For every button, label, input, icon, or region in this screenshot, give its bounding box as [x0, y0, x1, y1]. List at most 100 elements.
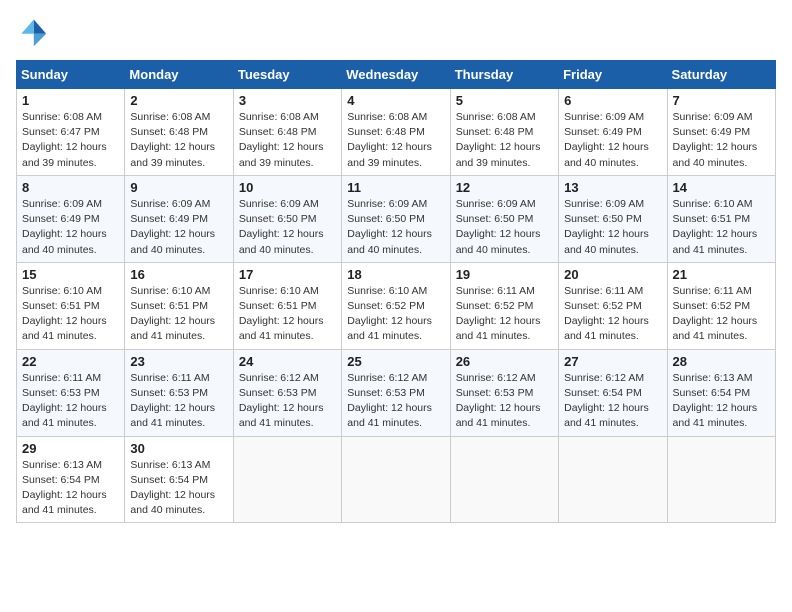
calendar-cell — [667, 436, 775, 523]
calendar-table: SundayMondayTuesdayWednesdayThursdayFrid… — [16, 60, 776, 523]
day-number: 7 — [673, 93, 770, 108]
calendar-body: 1 Sunrise: 6:08 AMSunset: 6:47 PMDaylight… — [17, 89, 776, 523]
calendar-cell: 25 Sunrise: 6:12 AMSunset: 6:53 PMDayligh… — [342, 349, 450, 436]
calendar-cell: 13 Sunrise: 6:09 AMSunset: 6:50 PMDayligh… — [559, 175, 667, 262]
column-header-thursday: Thursday — [450, 61, 558, 89]
day-number: 14 — [673, 180, 770, 195]
calendar-cell: 3Sunrise: 6:08 AMSunset: 6:48 PMDaylight… — [233, 89, 341, 176]
day-number: 4 — [347, 93, 444, 108]
day-info: Sunrise: 6:11 AMSunset: 6:53 PMDaylight:… — [22, 371, 119, 432]
column-header-monday: Monday — [125, 61, 233, 89]
week-row-2: 8 Sunrise: 6:09 AMSunset: 6:49 PMDaylight… — [17, 175, 776, 262]
calendar-cell: 17Sunrise: 6:10 AMSunset: 6:51 PMDayligh… — [233, 262, 341, 349]
calendar-cell — [342, 436, 450, 523]
calendar-cell: 15 Sunrise: 6:10 AMSunset: 6:51 PMDayligh… — [17, 262, 125, 349]
day-info: Sunrise: 6:13 AMSunset: 6:54 PMDaylight:… — [22, 458, 119, 519]
day-number: 3 — [239, 93, 336, 108]
calendar-cell: 20 Sunrise: 6:11 AMSunset: 6:52 PMDayligh… — [559, 262, 667, 349]
week-row-5: 29 Sunrise: 6:13 AMSunset: 6:54 PMDayligh… — [17, 436, 776, 523]
day-number: 23 — [130, 354, 227, 369]
day-info: Sunrise: 6:08 AMSunset: 6:47 PMDaylight:… — [22, 110, 119, 171]
day-info: Sunrise: 6:10 AMSunset: 6:52 PMDaylight:… — [347, 284, 444, 345]
week-row-1: 1 Sunrise: 6:08 AMSunset: 6:47 PMDaylight… — [17, 89, 776, 176]
day-number: 22 — [22, 354, 119, 369]
calendar-cell: 18 Sunrise: 6:10 AMSunset: 6:52 PMDayligh… — [342, 262, 450, 349]
calendar-cell: 21 Sunrise: 6:11 AMSunset: 6:52 PMDayligh… — [667, 262, 775, 349]
calendar-header: SundayMondayTuesdayWednesdayThursdayFrid… — [17, 61, 776, 89]
day-info: Sunrise: 6:09 AMSunset: 6:49 PMDaylight:… — [22, 197, 119, 258]
day-number: 11 — [347, 180, 444, 195]
calendar-cell: 2Sunrise: 6:08 AMSunset: 6:48 PMDaylight… — [125, 89, 233, 176]
logo-icon — [16, 16, 48, 48]
day-info: Sunrise: 6:09 AMSunset: 6:50 PMDaylight:… — [564, 197, 661, 258]
day-number: 24 — [239, 354, 336, 369]
calendar-cell: 14 Sunrise: 6:10 AMSunset: 6:51 PMDayligh… — [667, 175, 775, 262]
day-number: 9 — [130, 180, 227, 195]
calendar-cell — [450, 436, 558, 523]
day-info: Sunrise: 6:08 AMSunset: 6:48 PMDaylight:… — [347, 110, 444, 171]
calendar-cell: 27Sunrise: 6:12 AMSunset: 6:54 PMDayligh… — [559, 349, 667, 436]
day-number: 21 — [673, 267, 770, 282]
calendar-cell — [233, 436, 341, 523]
day-number: 1 — [22, 93, 119, 108]
column-header-sunday: Sunday — [17, 61, 125, 89]
calendar-cell: 7 Sunrise: 6:09 AMSunset: 6:49 PMDaylight… — [667, 89, 775, 176]
week-row-3: 15 Sunrise: 6:10 AMSunset: 6:51 PMDayligh… — [17, 262, 776, 349]
day-info: Sunrise: 6:09 AMSunset: 6:49 PMDaylight:… — [130, 197, 227, 258]
day-info: Sunrise: 6:10 AMSunset: 6:51 PMDaylight:… — [130, 284, 227, 345]
column-header-saturday: Saturday — [667, 61, 775, 89]
page-header — [16, 16, 776, 48]
week-row-4: 22 Sunrise: 6:11 AMSunset: 6:53 PMDayligh… — [17, 349, 776, 436]
calendar-cell: 6 Sunrise: 6:09 AMSunset: 6:49 PMDaylight… — [559, 89, 667, 176]
day-number: 17 — [239, 267, 336, 282]
calendar-cell: 26Sunrise: 6:12 AMSunset: 6:53 PMDayligh… — [450, 349, 558, 436]
day-number: 8 — [22, 180, 119, 195]
calendar-cell: 29 Sunrise: 6:13 AMSunset: 6:54 PMDayligh… — [17, 436, 125, 523]
day-info: Sunrise: 6:11 AMSunset: 6:52 PMDaylight:… — [456, 284, 553, 345]
calendar-cell: 24 Sunrise: 6:12 AMSunset: 6:53 PMDayligh… — [233, 349, 341, 436]
day-number: 16 — [130, 267, 227, 282]
day-info: Sunrise: 6:09 AMSunset: 6:50 PMDaylight:… — [347, 197, 444, 258]
column-header-friday: Friday — [559, 61, 667, 89]
calendar-cell: 8 Sunrise: 6:09 AMSunset: 6:49 PMDaylight… — [17, 175, 125, 262]
day-info: Sunrise: 6:11 AMSunset: 6:52 PMDaylight:… — [564, 284, 661, 345]
calendar-cell: 28Sunrise: 6:13 AMSunset: 6:54 PMDayligh… — [667, 349, 775, 436]
day-info: Sunrise: 6:08 AMSunset: 6:48 PMDaylight:… — [456, 110, 553, 171]
calendar-cell: 10Sunrise: 6:09 AMSunset: 6:50 PMDayligh… — [233, 175, 341, 262]
day-number: 30 — [130, 441, 227, 456]
calendar-cell: 1 Sunrise: 6:08 AMSunset: 6:47 PMDaylight… — [17, 89, 125, 176]
day-number: 15 — [22, 267, 119, 282]
day-info: Sunrise: 6:09 AMSunset: 6:50 PMDaylight:… — [456, 197, 553, 258]
day-number: 27 — [564, 354, 661, 369]
day-info: Sunrise: 6:09 AMSunset: 6:49 PMDaylight:… — [564, 110, 661, 171]
day-number: 18 — [347, 267, 444, 282]
calendar-cell: 12 Sunrise: 6:09 AMSunset: 6:50 PMDayligh… — [450, 175, 558, 262]
day-info: Sunrise: 6:12 AMSunset: 6:53 PMDaylight:… — [347, 371, 444, 432]
calendar-cell: 19 Sunrise: 6:11 AMSunset: 6:52 PMDayligh… — [450, 262, 558, 349]
calendar-cell: 11 Sunrise: 6:09 AMSunset: 6:50 PMDayligh… — [342, 175, 450, 262]
day-number: 25 — [347, 354, 444, 369]
day-number: 10 — [239, 180, 336, 195]
day-number: 19 — [456, 267, 553, 282]
calendar-cell: 16 Sunrise: 6:10 AMSunset: 6:51 PMDayligh… — [125, 262, 233, 349]
column-header-tuesday: Tuesday — [233, 61, 341, 89]
day-info: Sunrise: 6:11 AMSunset: 6:52 PMDaylight:… — [673, 284, 770, 345]
calendar-cell: 4 Sunrise: 6:08 AMSunset: 6:48 PMDaylight… — [342, 89, 450, 176]
day-info: Sunrise: 6:13 AMSunset: 6:54 PMDaylight:… — [130, 458, 227, 519]
day-number: 29 — [22, 441, 119, 456]
day-number: 13 — [564, 180, 661, 195]
calendar-cell: 22 Sunrise: 6:11 AMSunset: 6:53 PMDayligh… — [17, 349, 125, 436]
day-number: 26 — [456, 354, 553, 369]
day-info: Sunrise: 6:08 AMSunset: 6:48 PMDaylight:… — [130, 110, 227, 171]
calendar-cell: 23Sunrise: 6:11 AMSunset: 6:53 PMDayligh… — [125, 349, 233, 436]
calendar-cell: 30 Sunrise: 6:13 AMSunset: 6:54 PMDayligh… — [125, 436, 233, 523]
day-info: Sunrise: 6:10 AMSunset: 6:51 PMDaylight:… — [673, 197, 770, 258]
day-number: 6 — [564, 93, 661, 108]
day-info: Sunrise: 6:09 AMSunset: 6:49 PMDaylight:… — [673, 110, 770, 171]
day-number: 12 — [456, 180, 553, 195]
calendar-cell: 9 Sunrise: 6:09 AMSunset: 6:49 PMDaylight… — [125, 175, 233, 262]
day-info: Sunrise: 6:10 AMSunset: 6:51 PMDaylight:… — [22, 284, 119, 345]
day-number: 20 — [564, 267, 661, 282]
calendar-cell: 5Sunrise: 6:08 AMSunset: 6:48 PMDaylight… — [450, 89, 558, 176]
day-info: Sunrise: 6:12 AMSunset: 6:53 PMDaylight:… — [239, 371, 336, 432]
